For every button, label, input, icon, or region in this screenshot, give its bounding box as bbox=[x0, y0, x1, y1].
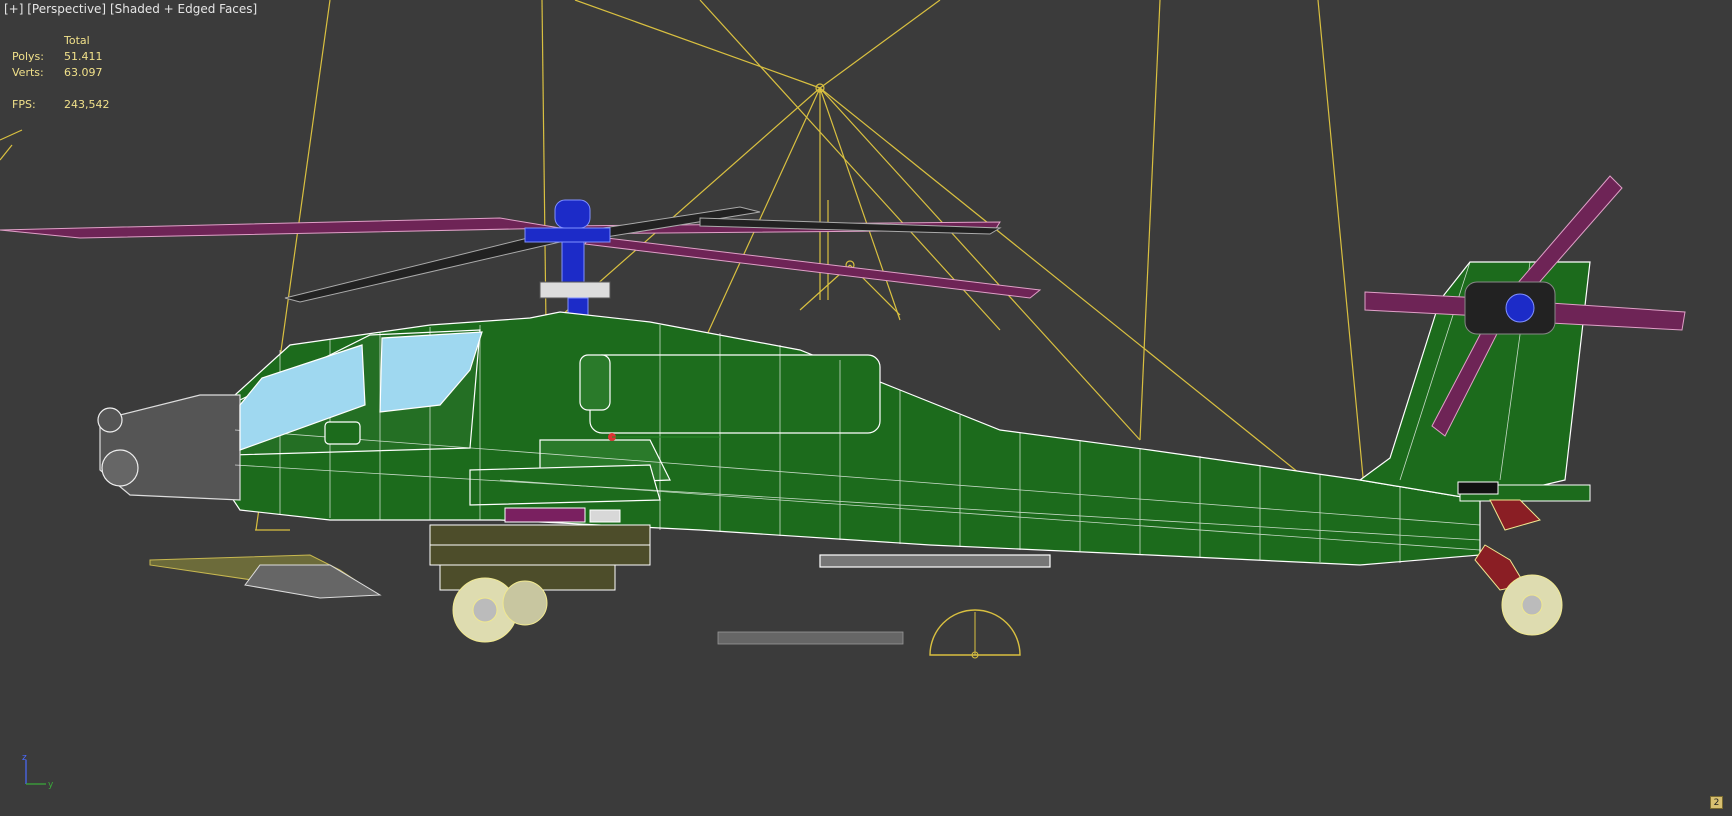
main-rotor-blades[interactable] bbox=[0, 206, 1042, 303]
polys-value: 51.411 bbox=[64, 50, 103, 63]
axis-y-label: y bbox=[48, 780, 54, 790]
shading-mode-menu[interactable]: [Shaded + Edged Faces] bbox=[110, 2, 257, 16]
viewport-menu-button[interactable]: [+] bbox=[4, 2, 23, 16]
axis-tripod-icon: z y bbox=[22, 753, 54, 790]
stats-total-header: Total bbox=[64, 34, 90, 47]
scene-canvas[interactable] bbox=[0, 0, 1732, 816]
viewport-label[interactable]: [+] [Perspective] [Shaded + Edged Faces] bbox=[4, 2, 257, 16]
main-landing-gear[interactable] bbox=[452, 577, 548, 643]
rotor-hub[interactable] bbox=[524, 199, 611, 317]
viewport-corner-button[interactable]: 2 bbox=[1710, 796, 1723, 809]
fps-value: 243,542 bbox=[64, 98, 110, 111]
perspective-viewport[interactable]: [+] [Perspective] [Shaded + Edged Faces]… bbox=[0, 0, 1732, 816]
fps-label: FPS: bbox=[12, 98, 36, 111]
axis-z-label: z bbox=[22, 753, 27, 763]
verts-value: 63.097 bbox=[64, 66, 103, 79]
chin-gun[interactable] bbox=[149, 554, 382, 599]
ground-objects[interactable] bbox=[717, 609, 1021, 659]
polys-label: Polys: bbox=[12, 50, 44, 63]
verts-label: Verts: bbox=[12, 66, 44, 79]
horizontal-stabilizer[interactable] bbox=[1457, 481, 1591, 502]
view-type-menu[interactable]: [Perspective] bbox=[27, 2, 106, 16]
tail-landing-gear[interactable] bbox=[1474, 499, 1563, 636]
statistics-overlay: Total Polys: 51.411 Verts: 63.097 FPS: 2… bbox=[12, 33, 110, 113]
